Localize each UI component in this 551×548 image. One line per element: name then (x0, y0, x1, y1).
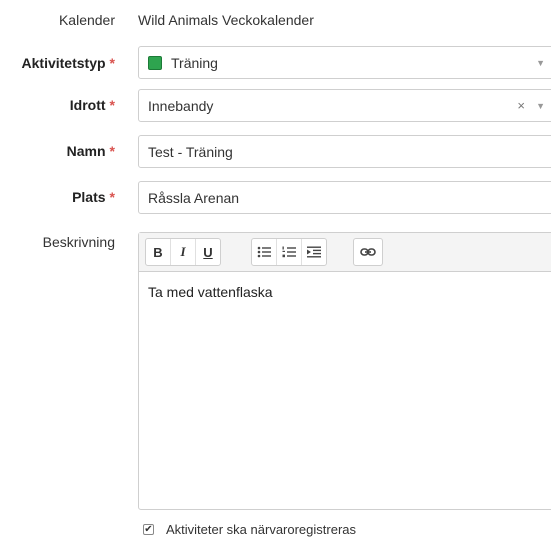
required-marker: * (109, 97, 115, 113)
plats-input[interactable]: Råssla Arenan (138, 181, 551, 214)
attendance-checkbox[interactable]: ✔ (143, 524, 154, 535)
idrott-value: Innebandy (148, 97, 214, 114)
underline-button[interactable]: U (196, 239, 220, 265)
numbered-list-icon[interactable] (277, 239, 302, 265)
beskrivning-editor[interactable]: B I U Ta med vattenflaska (138, 232, 551, 510)
clear-icon[interactable]: × (517, 98, 525, 113)
chevron-down-icon[interactable]: ▼ (536, 101, 545, 111)
idrott-select[interactable]: Innebandy × ▼ (138, 89, 551, 122)
aktivitetstyp-label: Aktivitetstyp * (22, 55, 115, 71)
list-group (251, 238, 327, 266)
beskrivning-label: Beskrivning (42, 234, 115, 250)
indent-icon[interactable] (302, 239, 326, 265)
italic-button[interactable]: I (171, 239, 196, 265)
kalender-label: Kalender (58, 12, 115, 28)
chevron-down-icon[interactable]: ▼ (536, 58, 545, 68)
aktivitetstyp-label-text: Aktivitetstyp (21, 55, 106, 71)
bullet-list-icon[interactable] (252, 239, 277, 265)
activity-color-swatch (148, 55, 162, 70)
format-group: B I U (145, 238, 221, 266)
editor-toolbar: B I U (139, 233, 551, 272)
attendance-checkbox-row[interactable]: ✔ Aktiviteter ska närvaroregistreras (143, 522, 356, 537)
attendance-label: Aktiviteter ska närvaroregistreras (166, 522, 357, 537)
link-icon[interactable] (354, 239, 382, 265)
idrott-label-text: Idrott (69, 97, 106, 113)
aktivitetstyp-select[interactable]: Träning ▼ (138, 46, 551, 79)
namn-value: Test - Träning (148, 143, 233, 160)
plats-value: Råssla Arenan (148, 189, 240, 206)
plats-label-text: Plats (72, 189, 106, 205)
required-marker: * (109, 143, 115, 159)
namn-label: Namn * (67, 143, 115, 159)
aktivitetstyp-value: Träning (171, 54, 218, 71)
required-marker: * (109, 55, 115, 71)
idrott-label: Idrott * (70, 97, 115, 113)
link-group (353, 238, 383, 266)
bold-button[interactable]: B (146, 239, 171, 265)
namn-input[interactable]: Test - Träning (138, 135, 551, 168)
editor-content[interactable]: Ta med vattenflaska (139, 272, 551, 312)
kalender-value: Wild Animals Veckokalender (138, 12, 314, 28)
namn-label-text: Namn (66, 143, 106, 159)
plats-label: Plats * (72, 189, 115, 205)
required-marker: * (109, 189, 115, 205)
